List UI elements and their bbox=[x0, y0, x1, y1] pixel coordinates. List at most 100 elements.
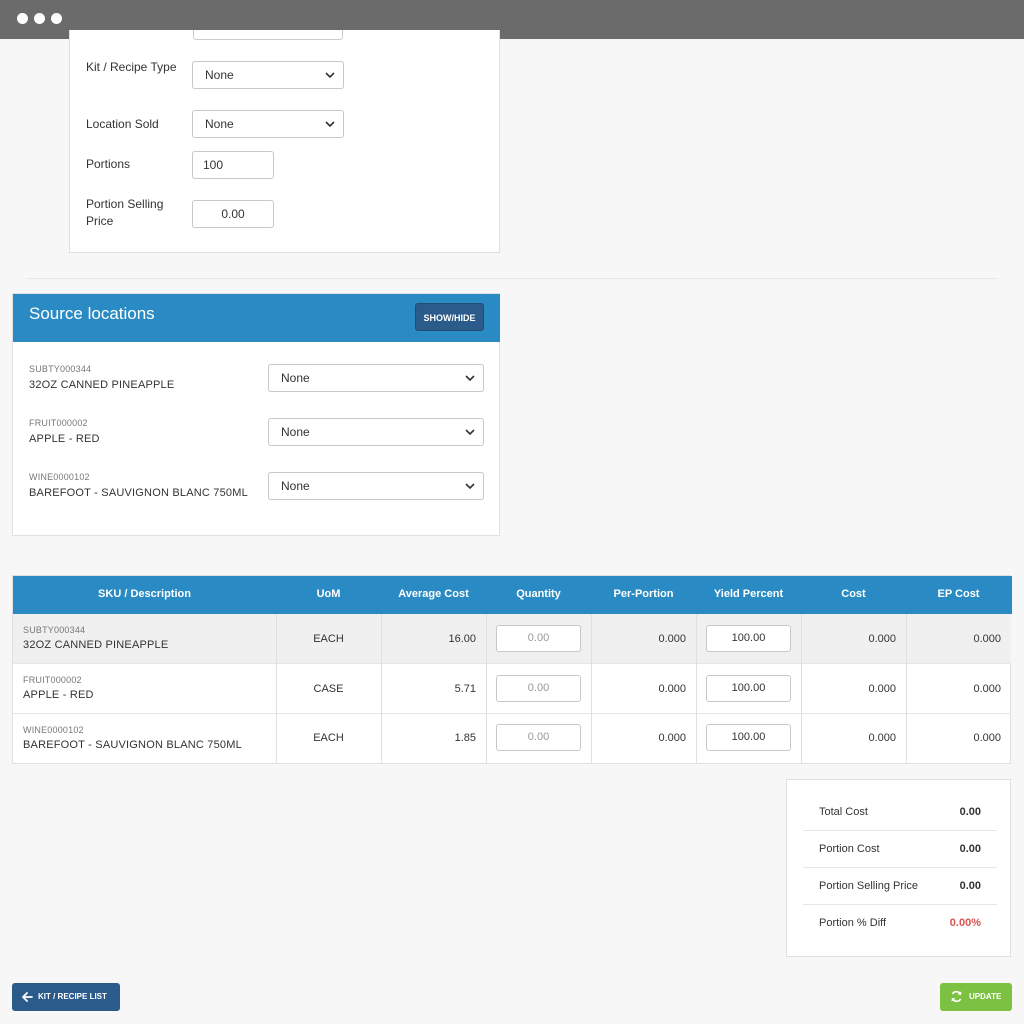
source-locations-title: Source locations bbox=[29, 304, 155, 323]
source-item-description: BAREFOOT - SAUVIGNON BLANC 750ML bbox=[29, 487, 248, 499]
source-location-value: None bbox=[281, 371, 310, 385]
source-item-sku: WINE0000102 bbox=[29, 472, 90, 482]
row-ep-cost: 0.000 bbox=[973, 633, 1001, 645]
location-sold-select[interactable]: None bbox=[192, 110, 344, 138]
location-sold-value: None bbox=[205, 117, 234, 131]
row-ep-cost: 0.000 bbox=[973, 732, 1001, 744]
row-per-portion: 0.000 bbox=[658, 683, 686, 695]
cost-summary-card: Total Cost 0.00 Portion Cost 0.00 Portio… bbox=[786, 779, 1011, 957]
recipe-form-card: Kit / Recipe Type None Location Sold Non… bbox=[69, 30, 500, 253]
portions-label: Portions bbox=[86, 157, 131, 171]
source-item-description: APPLE - RED bbox=[29, 433, 100, 445]
section-divider bbox=[27, 278, 997, 279]
source-locations-header: Source locations SHOW/HIDE bbox=[13, 294, 500, 342]
row-cost: 0.000 bbox=[868, 633, 896, 645]
quantity-input[interactable]: 0.00 bbox=[496, 625, 581, 652]
window-minimize-dot[interactable] bbox=[34, 13, 45, 24]
portion-diff-value: 0.00% bbox=[949, 917, 981, 929]
summary-row: Portion Selling Price 0.00 bbox=[803, 868, 997, 905]
row-sku: FRUIT000002 bbox=[23, 675, 82, 685]
column-header: Average Cost bbox=[398, 588, 469, 600]
chevron-down-icon bbox=[465, 429, 475, 436]
row-per-portion: 0.000 bbox=[658, 732, 686, 744]
row-average-cost: 16.00 bbox=[448, 633, 476, 645]
row-uom: CASE bbox=[313, 683, 344, 695]
kit-recipe-list-label: KIT / RECIPE LIST bbox=[38, 992, 107, 1001]
source-location-value: None bbox=[281, 425, 310, 439]
source-locations-card: Source locations SHOW/HIDE SUBTY000344 3… bbox=[12, 293, 500, 536]
refresh-icon bbox=[951, 990, 962, 1003]
show-hide-button[interactable]: SHOW/HIDE bbox=[415, 303, 484, 331]
chevron-down-icon bbox=[325, 72, 335, 79]
portion-cost-value: 0.00 bbox=[959, 843, 981, 855]
table-row: FRUIT000002 APPLE - RED CASE 5.71 0.00 0… bbox=[13, 664, 1011, 714]
source-location-select[interactable]: None bbox=[268, 364, 484, 392]
column-divider bbox=[906, 614, 907, 764]
row-average-cost: 5.71 bbox=[454, 683, 476, 695]
row-cost: 0.000 bbox=[868, 732, 896, 744]
row-per-portion: 0.000 bbox=[658, 633, 686, 645]
portion-diff-label: Portion % Diff bbox=[819, 917, 887, 929]
summary-row: Portion % Diff 0.00% bbox=[803, 905, 997, 942]
column-divider bbox=[591, 614, 592, 764]
yield-percent-input[interactable]: 100.00 bbox=[706, 625, 791, 652]
window-maximize-dot[interactable] bbox=[51, 13, 62, 24]
window-close-dot[interactable] bbox=[17, 13, 28, 24]
summary-row: Total Cost 0.00 bbox=[803, 794, 997, 831]
portion-selling-price-input[interactable]: 0.00 bbox=[192, 200, 274, 228]
summary-row: Portion Cost 0.00 bbox=[803, 831, 997, 868]
row-ep-cost: 0.000 bbox=[973, 683, 1001, 695]
source-location-select[interactable]: None bbox=[268, 472, 484, 500]
location-sold-label: Location Sold bbox=[86, 117, 159, 131]
column-divider bbox=[276, 614, 277, 764]
quantity-input[interactable]: 0.00 bbox=[496, 724, 581, 751]
table-row: WINE0000102 BAREFOOT - SAUVIGNON BLANC 7… bbox=[13, 714, 1011, 764]
total-cost-label: Total Cost bbox=[819, 806, 868, 818]
update-label: UPDATE bbox=[969, 992, 1002, 1001]
arrow-left-icon bbox=[22, 992, 33, 1002]
row-average-cost: 1.85 bbox=[454, 732, 476, 744]
column-divider bbox=[696, 614, 697, 764]
portion-cost-label: Portion Cost bbox=[819, 843, 880, 855]
column-header: Cost bbox=[841, 588, 866, 600]
kit-type-value: None bbox=[205, 68, 234, 82]
ingredients-table: SKU / Description UoM Average Cost Quant… bbox=[12, 575, 1012, 764]
portion-selling-price-summary-label: Portion Selling Price bbox=[819, 880, 919, 892]
column-header: EP Cost bbox=[937, 588, 980, 600]
source-item-description: 32OZ CANNED PINEAPPLE bbox=[29, 379, 175, 391]
portion-selling-price-label: Portion Selling Price bbox=[86, 197, 164, 228]
partial-field-above[interactable] bbox=[193, 30, 343, 40]
total-cost-value: 0.00 bbox=[959, 806, 981, 818]
source-location-value: None bbox=[281, 479, 310, 493]
row-sku: SUBTY000344 bbox=[23, 625, 86, 635]
row-uom: EACH bbox=[313, 732, 344, 744]
row-cost: 0.000 bbox=[868, 683, 896, 695]
source-location-select[interactable]: None bbox=[268, 418, 484, 446]
column-header: Quantity bbox=[516, 588, 561, 600]
row-description: 32OZ CANNED PINEAPPLE bbox=[23, 639, 169, 651]
column-divider bbox=[486, 614, 487, 764]
update-button[interactable]: UPDATE bbox=[940, 983, 1012, 1011]
row-description: APPLE - RED bbox=[23, 689, 94, 701]
chevron-down-icon bbox=[325, 121, 335, 128]
quantity-input[interactable]: 0.00 bbox=[496, 675, 581, 702]
source-item-sku: SUBTY000344 bbox=[29, 364, 92, 374]
row-uom: EACH bbox=[313, 633, 344, 645]
column-header: UoM bbox=[316, 588, 341, 600]
row-sku: WINE0000102 bbox=[23, 725, 84, 735]
portions-input[interactable]: 100 bbox=[192, 151, 274, 179]
yield-percent-input[interactable]: 100.00 bbox=[706, 724, 791, 751]
chevron-down-icon bbox=[465, 375, 475, 382]
chevron-down-icon bbox=[465, 483, 475, 490]
table-row: SUBTY000344 32OZ CANNED PINEAPPLE EACH 1… bbox=[13, 614, 1011, 664]
kit-recipe-list-button[interactable]: KIT / RECIPE LIST bbox=[12, 983, 120, 1011]
yield-percent-input[interactable]: 100.00 bbox=[706, 675, 791, 702]
column-header: Per-Portion bbox=[613, 588, 674, 600]
row-description: BAREFOOT - SAUVIGNON BLANC 750ML bbox=[23, 739, 242, 751]
kit-type-select[interactable]: None bbox=[192, 61, 344, 89]
column-header: SKU / Description bbox=[98, 588, 191, 600]
column-header: Yield Percent bbox=[713, 588, 784, 600]
kit-type-label: Kit / Recipe Type bbox=[86, 60, 177, 74]
portion-selling-price-summary-value: 0.00 bbox=[959, 880, 981, 892]
source-item-sku: FRUIT000002 bbox=[29, 418, 88, 428]
